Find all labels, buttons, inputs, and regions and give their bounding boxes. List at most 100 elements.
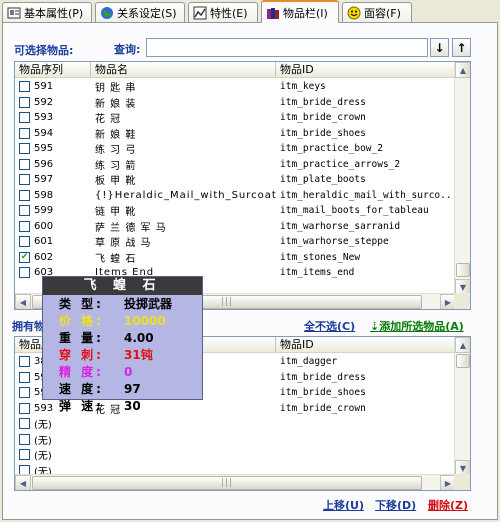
tab-bar: 基本属性(P) 关系设定(S) 特性(E) 物品栏(I) 面容(F) bbox=[0, 0, 500, 23]
table-row[interactable]: (无) bbox=[15, 432, 456, 448]
books-icon bbox=[266, 6, 280, 20]
cell-seq: 597 bbox=[15, 174, 91, 186]
cell-id: itm_practice_arrows_2 bbox=[280, 158, 401, 170]
cell-seq: 599 bbox=[15, 205, 91, 217]
cell-seq-text: 592 bbox=[34, 96, 54, 108]
tab-face[interactable]: 面容(F) bbox=[342, 2, 412, 22]
tab-label: 物品栏(I) bbox=[283, 6, 328, 20]
cell-id: itm_items_end bbox=[280, 267, 355, 279]
scroll-up-arrow-icon[interactable]: ▲ bbox=[455, 337, 470, 353]
stat-value: 10000 bbox=[124, 313, 166, 328]
move-up-link[interactable]: 上移(U) bbox=[323, 497, 364, 513]
row-checkbox[interactable] bbox=[19, 220, 30, 232]
scroll-up-arrow-icon[interactable]: ▲ bbox=[455, 62, 470, 78]
scroll-left-arrow-icon[interactable]: ◀ bbox=[15, 294, 31, 309]
stat-value: 4.00 bbox=[124, 330, 154, 345]
sort-up-button[interactable]: ↑ bbox=[452, 38, 471, 57]
cell-id: itm_bride_crown bbox=[280, 402, 366, 414]
available-items-list[interactable]: 物品序列 物品名 物品ID 591 钥 匙 串 itm_keys 592 新 娘 装 it… bbox=[14, 61, 471, 310]
delete-link[interactable]: 删除(Z) bbox=[428, 497, 468, 513]
scroll-thumb[interactable] bbox=[456, 263, 470, 277]
cell-id: itm_plate_boots bbox=[280, 174, 366, 186]
cell-id: itm_mail_boots_for_tableau bbox=[280, 205, 429, 217]
table-row[interactable]: 599 链 甲 靴 itm_mail_boots_for_tableau bbox=[15, 203, 456, 219]
row-checkbox[interactable] bbox=[19, 402, 30, 414]
cell-name: 链 甲 靴 bbox=[95, 207, 137, 219]
row-checkbox[interactable] bbox=[19, 81, 30, 93]
row-checkbox[interactable] bbox=[19, 174, 30, 186]
stat-label: 穿 刺: bbox=[59, 348, 104, 362]
tab-label: 特性(E) bbox=[210, 6, 248, 20]
row-checkbox[interactable] bbox=[19, 158, 30, 170]
stat-label: 速 度: bbox=[59, 382, 104, 396]
column-header-name[interactable]: 物品名 bbox=[91, 62, 276, 77]
row-checkbox[interactable] bbox=[19, 96, 30, 108]
cell-name: 新 娘 鞋 bbox=[95, 129, 137, 141]
cell-id: itm_heraldic_mail_with_surco... bbox=[280, 189, 456, 201]
scroll-corner bbox=[454, 474, 470, 490]
row-checkbox[interactable] bbox=[19, 143, 30, 155]
tab-basic-attributes[interactable]: 基本属性(P) bbox=[2, 2, 92, 22]
table-row[interactable]: 591 钥 匙 串 itm_keys bbox=[15, 79, 456, 95]
table-row[interactable]: (无) bbox=[15, 447, 456, 463]
list-header: 物品序列 物品名 物品ID bbox=[15, 62, 456, 78]
available-vscrollbar[interactable]: ▲ ▼ bbox=[454, 62, 470, 295]
scroll-thumb[interactable]: ||| bbox=[32, 476, 422, 490]
cell-seq: (无) bbox=[15, 416, 91, 431]
row-checkbox[interactable] bbox=[19, 112, 30, 124]
table-row[interactable]: 592 新 娘 装 itm_bride_dress bbox=[15, 95, 456, 111]
row-checkbox[interactable] bbox=[19, 267, 30, 279]
column-header-id[interactable]: 物品ID bbox=[276, 337, 456, 352]
deselect-all-link[interactable]: 全不选(C) bbox=[304, 318, 355, 334]
tab-label: 面容(F) bbox=[364, 6, 401, 20]
table-row[interactable]: 598 {!}Heraldic_Mail_with_Surcoat itm_hera… bbox=[15, 188, 456, 204]
table-row[interactable]: 601 草 原 战 马 itm_warhorse_steppe bbox=[15, 234, 456, 250]
checkmark-icon: ✔ bbox=[20, 251, 29, 262]
sort-down-button[interactable]: ↓ bbox=[430, 38, 449, 57]
row-checkbox[interactable] bbox=[19, 356, 30, 368]
row-checkbox[interactable] bbox=[19, 189, 30, 201]
table-row[interactable]: 597 板 甲 靴 itm_plate_boots bbox=[15, 172, 456, 188]
table-row[interactable]: 594 新 娘 鞋 itm_bride_shoes bbox=[15, 126, 456, 142]
identity-card-icon bbox=[7, 6, 21, 20]
stat-label: 重 量: bbox=[59, 331, 104, 345]
owned-hscrollbar[interactable]: ◀ ||| ▶ bbox=[15, 474, 456, 490]
cell-seq-text: 596 bbox=[34, 158, 54, 170]
cell-id: itm_bride_shoes bbox=[280, 127, 366, 139]
row-checkbox[interactable] bbox=[19, 371, 30, 383]
scroll-left-arrow-icon[interactable]: ◀ bbox=[15, 475, 31, 490]
table-row[interactable]: 600 萨 兰 德 军 马 itm_warhorse_sarranid bbox=[15, 219, 456, 235]
scroll-thumb[interactable] bbox=[456, 354, 470, 368]
table-row[interactable]: (无) bbox=[15, 416, 456, 432]
row-checkbox[interactable] bbox=[19, 387, 30, 399]
cell-name: 板 甲 靴 bbox=[95, 176, 137, 188]
tab-inventory[interactable]: 物品栏(I) bbox=[261, 0, 339, 23]
tab-traits[interactable]: 特性(E) bbox=[188, 2, 258, 22]
row-checkbox[interactable] bbox=[19, 236, 30, 248]
cell-seq: 592 bbox=[15, 96, 91, 108]
cell-seq-text: (无) bbox=[34, 451, 52, 463]
row-checkbox[interactable] bbox=[19, 418, 30, 430]
row-checkbox[interactable] bbox=[19, 433, 30, 445]
table-row[interactable]: 596 练 习 箭 itm_practice_arrows_2 bbox=[15, 157, 456, 173]
tab-relations[interactable]: 关系设定(S) bbox=[95, 2, 185, 22]
owned-vscrollbar[interactable]: ▲ ▼ bbox=[454, 337, 470, 476]
cell-seq-text: 598 bbox=[34, 189, 54, 201]
add-arrow-icon: ⇣ bbox=[370, 320, 380, 333]
table-row[interactable]: ✔ 602 飞 蝗 石 itm_stones_New bbox=[15, 250, 456, 266]
row-checkbox[interactable]: ✔ bbox=[19, 251, 30, 263]
cell-seq-text: 597 bbox=[34, 174, 54, 186]
column-header-seq[interactable]: 物品序列 bbox=[15, 62, 91, 77]
table-row[interactable]: 595 练 习 弓 itm_practice_bow_2 bbox=[15, 141, 456, 157]
cell-name: 新 娘 装 bbox=[95, 98, 137, 110]
cell-seq: 593 bbox=[15, 112, 91, 124]
add-selected-link[interactable]: ⇣添加所选物品(A) bbox=[370, 318, 464, 334]
row-checkbox[interactable] bbox=[19, 449, 30, 461]
search-input[interactable] bbox=[146, 38, 428, 57]
move-down-link[interactable]: 下移(D) bbox=[375, 497, 416, 513]
row-checkbox[interactable] bbox=[19, 205, 30, 217]
table-row[interactable]: 593 花 冠 itm_bride_crown bbox=[15, 110, 456, 126]
row-checkbox[interactable] bbox=[19, 127, 30, 139]
cell-id: itm_stones_New bbox=[280, 251, 361, 263]
column-header-id[interactable]: 物品ID bbox=[276, 62, 456, 77]
